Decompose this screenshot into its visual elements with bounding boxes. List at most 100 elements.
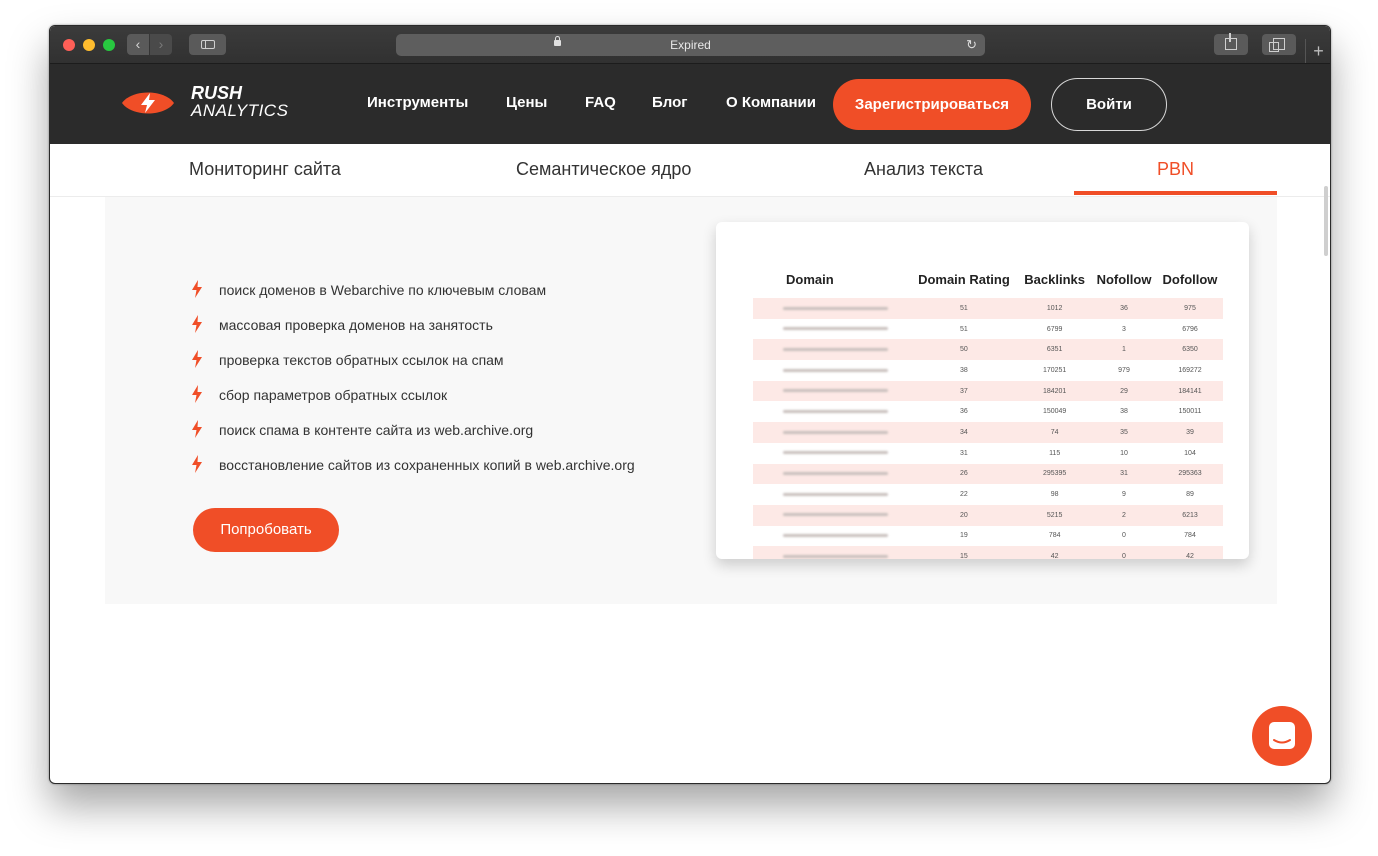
table-cell: 35: [1091, 422, 1157, 443]
table-cell: 0: [1091, 546, 1157, 559]
table-cell: 150049: [1042, 408, 1067, 416]
table-cell: 1012: [1018, 298, 1092, 319]
product-tabs: Мониторинг сайта Семантическое ядро Анал…: [50, 144, 1330, 197]
table-cell: 9: [1122, 491, 1126, 499]
feature-text: поиск спама в контенте сайта из web.arch…: [219, 422, 534, 438]
blurred-domain-text: [783, 409, 888, 413]
table-cell: 36: [1091, 298, 1157, 319]
sidebar-icon: [200, 40, 215, 49]
blurred-domain-cell: [753, 526, 910, 547]
column-header: Backlinks: [1024, 271, 1085, 287]
site-header: RUSH ANALYTICS Инструменты Цены FAQ Блог…: [50, 64, 1330, 144]
blurred-domain-text: [783, 472, 888, 475]
login-button[interactable]: Войти: [1051, 78, 1167, 131]
blurred-domain-text: [783, 368, 888, 372]
blurred-domain-cell: [753, 504, 910, 526]
table-cell: 10: [1120, 449, 1128, 457]
sidebar-toggle-button[interactable]: [189, 34, 226, 55]
tab-text-analysis[interactable]: Анализ текста: [864, 159, 983, 180]
blurred-domain-cell: [753, 443, 910, 464]
table-cell: 36: [960, 408, 968, 416]
forward-button[interactable]: ›: [150, 34, 172, 55]
feature-text: сбор параметров обратных ссылок: [219, 387, 448, 403]
nav-faq[interactable]: FAQ: [585, 94, 616, 111]
try-button[interactable]: Попробовать: [193, 508, 339, 552]
page-scrollbar[interactable]: [1324, 186, 1328, 256]
table-row: 19 784 0 784: [753, 526, 1223, 547]
table-cell: 104: [1184, 449, 1196, 457]
brand-name-line2: ANALYTICS: [191, 101, 289, 120]
table-cell: 150011: [1178, 408, 1202, 416]
new-tab-button[interactable]: +: [1305, 39, 1330, 63]
lightning-bolt-icon: [192, 280, 202, 298]
lightning-bolt-icon: [192, 385, 202, 403]
table-cell: 3: [1122, 325, 1126, 333]
reload-icon[interactable]: ↻: [966, 34, 977, 56]
table-row: 38 170251 979 169272: [753, 360, 1223, 381]
table-cell: 6351: [1018, 339, 1092, 361]
address-bar[interactable]: Expired ↻: [396, 34, 985, 56]
brand-logo[interactable]: RUSH ANALYTICS: [191, 84, 288, 120]
tabs-icon: [1269, 38, 1285, 52]
table-row: 37 184201 29 184141: [753, 380, 1223, 402]
table-cell: 38: [1120, 408, 1128, 416]
blurred-domain-text: [783, 554, 888, 558]
minimize-window-button[interactable]: [83, 39, 95, 51]
table-cell: 979: [1118, 366, 1130, 374]
nav-tools[interactable]: Инструменты: [367, 94, 468, 111]
nav-about[interactable]: О Компании: [726, 94, 816, 111]
table-cell: 295363: [1157, 463, 1223, 485]
table-cell: 169272: [1178, 366, 1202, 374]
zoom-window-button[interactable]: [103, 39, 115, 51]
feature-item: восстановление сайтов из сохраненных коп…: [192, 455, 635, 473]
table-row: 31 115 10 104: [753, 443, 1223, 464]
active-tab-indicator: [1074, 191, 1277, 195]
table-cell: 975: [1157, 298, 1223, 319]
table-cell: 38: [960, 366, 968, 374]
nav-blog[interactable]: Блог: [652, 94, 688, 111]
blurred-domain-text: [783, 306, 888, 310]
table-cell: 784: [1048, 532, 1061, 540]
tab-semantic-core[interactable]: Семантическое ядро: [516, 159, 691, 180]
table-cell: 184141: [1157, 380, 1223, 402]
chat-button[interactable]: [1252, 706, 1312, 766]
lightning-eye-icon[interactable]: [120, 87, 176, 119]
blurred-domain-text: [783, 327, 888, 331]
tab-site-monitoring[interactable]: Мониторинг сайта: [189, 159, 341, 180]
lightning-bolt-icon: [192, 315, 202, 333]
column-header: Domain Rating: [918, 271, 1010, 287]
table-row: 51 6799 3 6796: [753, 319, 1223, 340]
table-cell: 34: [909, 422, 1019, 443]
blurred-domain-cell: [753, 484, 910, 505]
table-cell: 42: [1018, 546, 1092, 559]
close-window-button[interactable]: [63, 39, 75, 51]
chevron-right-icon: ›: [158, 36, 164, 52]
backlinks-table: Domain Domain Rating Backlinks Nofollow …: [753, 260, 1223, 559]
feature-text: восстановление сайтов из сохраненных коп…: [219, 457, 635, 473]
blurred-domain-cell: [753, 401, 910, 422]
register-button[interactable]: Зарегистрироваться: [833, 79, 1031, 130]
back-button[interactable]: ‹: [127, 34, 149, 55]
share-button[interactable]: [1214, 33, 1248, 55]
table-cell: 6799: [1046, 325, 1063, 333]
table-body: 51 1012 36 975 51 6799 3 6796 50 6351 1 6350 38 17025…: [753, 298, 1223, 559]
table-cell: 19: [960, 532, 968, 540]
feature-item: массовая проверка доменов на занятость: [192, 315, 493, 333]
blurred-domain-text: [783, 492, 888, 496]
table-cell: 22: [960, 491, 968, 499]
table-cell: 39: [1157, 422, 1223, 443]
column-header: Dofollow: [1162, 271, 1218, 287]
tab-overview-button[interactable]: [1262, 34, 1296, 55]
tab-pbn[interactable]: PBN: [1157, 159, 1194, 180]
feature-item: поиск спама в контенте сайта из web.arch…: [192, 420, 534, 438]
table-row: 51 1012 36 975: [753, 298, 1223, 319]
nav-prices[interactable]: Цены: [506, 94, 547, 111]
lightning-bolt-icon: [192, 455, 202, 473]
blurred-domain-text: [783, 347, 888, 351]
table-cell: 2: [1091, 504, 1157, 526]
table-header-row: Domain Domain Rating Backlinks Nofollow …: [753, 260, 1223, 298]
table-cell: 0: [1122, 532, 1126, 540]
table-row: 50 6351 1 6350: [753, 339, 1223, 361]
table-cell: 115: [1049, 449, 1061, 457]
feature-item: поиск доменов в Webarchive по ключевым с…: [192, 280, 546, 298]
